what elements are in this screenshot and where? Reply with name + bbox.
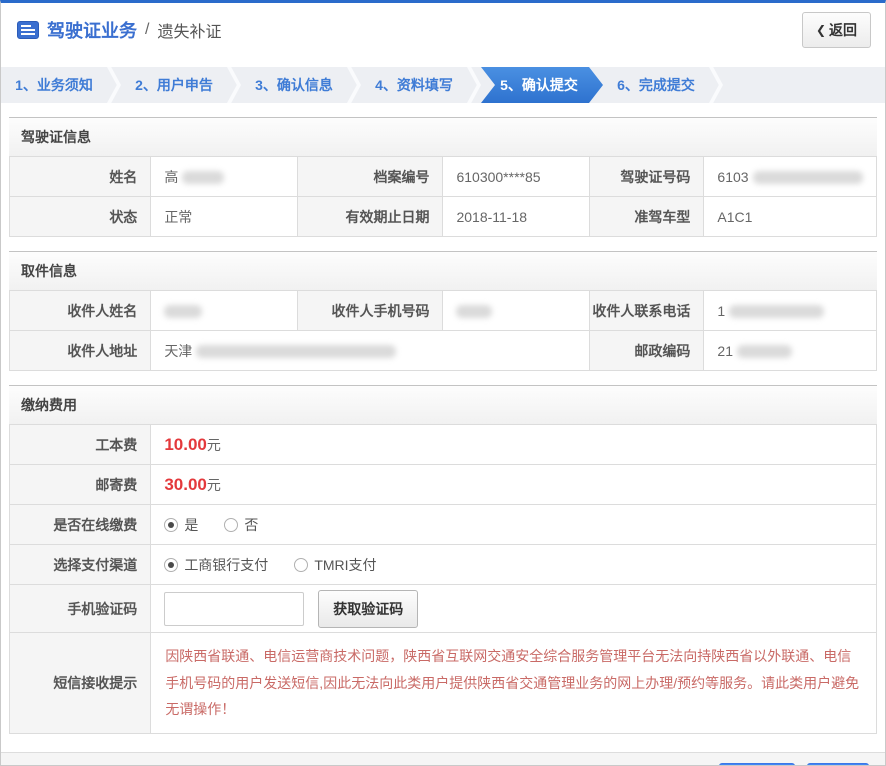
sms-notice-cell: 因陕西省联通、电信运营商技术问题，陕西省互联网交通安全综合服务管理平台无法向持陕… — [151, 633, 877, 734]
step-separator-icon — [107, 67, 121, 103]
sms-notice-text: 因陕西省联通、电信运营商技术问题，陕西省互联网交通安全综合服务管理平台无法向持陕… — [165, 643, 862, 723]
recipient-phone-label: 收件人联系电话 — [589, 291, 703, 331]
recipient-address-label: 收件人地址 — [10, 331, 151, 371]
postal-code-value: 21 — [704, 331, 877, 371]
recipient-name-label: 收件人姓名 — [10, 291, 151, 331]
online-yes-radio[interactable] — [164, 518, 178, 532]
license-info-title: 驾驶证信息 — [9, 117, 877, 156]
production-fee-label: 工本费 — [10, 425, 151, 465]
step-separator-icon — [467, 67, 481, 103]
step-progress-bar: 1、业务须知 2、用户申告 3、确认信息 4、资料填写 5、确认提交 6、完成提… — [1, 67, 885, 103]
online-payment-options: 是 否 — [151, 505, 877, 545]
channel-label: 选择支付渠道 — [10, 545, 151, 585]
step-separator-icon — [347, 67, 361, 103]
online-no-label[interactable]: 否 — [244, 515, 258, 535]
license-info-section: 驾驶证信息 姓名 高 档案编号 610300****85 驾驶证号码 6103 … — [9, 117, 877, 237]
license-info-table: 姓名 高 档案编号 610300****85 驾驶证号码 6103 状态 正常 … — [9, 156, 877, 237]
footer-actions: 上一步 完成 — [1, 752, 885, 766]
vehicle-class-value: A1C1 — [704, 197, 877, 237]
page: 驾驶证业务 / 遗失补证 ❮ 返回 1、业务须知 2、用户申告 3、确认信息 4… — [0, 0, 886, 766]
breadcrumb: 驾驶证业务 / 遗失补证 — [17, 17, 221, 43]
sms-code-label: 手机验证码 — [10, 585, 151, 633]
header: 驾驶证业务 / 遗失补证 ❮ 返回 — [1, 3, 885, 57]
status-value: 正常 — [151, 197, 298, 237]
step-5-confirm-submit[interactable]: 5、确认提交 — [481, 67, 603, 103]
step-separator-icon — [227, 67, 241, 103]
table-row: 邮寄费 30.00元 — [10, 465, 877, 505]
sms-notice-label: 短信接收提示 — [10, 633, 151, 734]
name-label: 姓名 — [10, 157, 151, 197]
recipient-phone-value: 1 — [704, 291, 877, 331]
step-4-fill-data[interactable]: 4、资料填写 — [361, 67, 467, 103]
table-row: 姓名 高 档案编号 610300****85 驾驶证号码 6103 — [10, 157, 877, 197]
online-payment-label: 是否在线缴费 — [10, 505, 151, 545]
status-label: 状态 — [10, 197, 151, 237]
postage-fee-label: 邮寄费 — [10, 465, 151, 505]
payment-table: 工本费 10.00元 邮寄费 30.00元 是否在线缴费 是 — [9, 424, 877, 734]
get-code-button[interactable]: 获取验证码 — [318, 590, 418, 628]
channel-options: 工商银行支付 TMRI支付 — [151, 545, 877, 585]
table-row: 手机验证码 获取验证码 — [10, 585, 877, 633]
recipient-mobile-value — [443, 291, 590, 331]
back-button[interactable]: ❮ 返回 — [802, 12, 871, 48]
channel-icbc-label[interactable]: 工商银行支付 — [184, 555, 268, 575]
pickup-info-title: 取件信息 — [9, 251, 877, 290]
license-no-label: 驾驶证号码 — [589, 157, 703, 197]
step-6-complete-submit[interactable]: 6、完成提交 — [603, 67, 709, 103]
pickup-info-section: 取件信息 收件人姓名 收件人手机号码 收件人联系电话 1 收件人地址 天津 邮政… — [9, 251, 877, 371]
pickup-info-table: 收件人姓名 收件人手机号码 收件人联系电话 1 收件人地址 天津 邮政编码 21 — [9, 290, 877, 371]
step-2-user-declaration[interactable]: 2、用户申告 — [121, 67, 227, 103]
table-row: 是否在线缴费 是 否 — [10, 505, 877, 545]
redacted-value — [182, 171, 224, 184]
table-row: 工本费 10.00元 — [10, 425, 877, 465]
redacted-value — [729, 305, 824, 318]
online-yes-label[interactable]: 是 — [184, 515, 198, 535]
table-row: 收件人地址 天津 邮政编码 21 — [10, 331, 877, 371]
file-no-value: 610300****85 — [443, 157, 590, 197]
stepper-filler — [723, 67, 885, 103]
vehicle-class-label: 准驾车型 — [589, 197, 703, 237]
table-row: 选择支付渠道 工商银行支付 TMRI支付 — [10, 545, 877, 585]
recipient-name-value — [151, 291, 298, 331]
postage-fee-value: 30.00元 — [151, 465, 877, 505]
redacted-value — [737, 345, 792, 358]
sms-code-input[interactable] — [164, 592, 304, 626]
expiry-value: 2018-11-18 — [443, 197, 590, 237]
redacted-value — [753, 171, 863, 184]
license-no-value: 6103 — [704, 157, 877, 197]
step-1-business-notice[interactable]: 1、业务须知 — [1, 67, 107, 103]
chevron-left-icon: ❮ — [816, 23, 826, 37]
step-separator-icon — [709, 67, 723, 103]
page-title: 驾驶证业务 — [47, 17, 137, 43]
file-no-label: 档案编号 — [297, 157, 443, 197]
sms-code-row: 获取验证码 — [151, 585, 877, 633]
channel-icbc-radio[interactable] — [164, 558, 178, 572]
table-row: 状态 正常 有效期止日期 2018-11-18 准驾车型 A1C1 — [10, 197, 877, 237]
payment-title: 缴纳费用 — [9, 385, 877, 424]
redacted-value — [164, 305, 202, 318]
back-button-label: 返回 — [829, 20, 857, 40]
step-3-confirm-info[interactable]: 3、确认信息 — [241, 67, 347, 103]
recipient-mobile-label: 收件人手机号码 — [297, 291, 443, 331]
production-fee-value: 10.00元 — [151, 425, 877, 465]
redacted-value — [456, 305, 492, 318]
postal-code-label: 邮政编码 — [589, 331, 703, 371]
online-no-radio[interactable] — [224, 518, 238, 532]
expiry-label: 有效期止日期 — [297, 197, 443, 237]
page-subtitle: 遗失补证 — [157, 18, 221, 42]
table-row: 短信接收提示 因陕西省联通、电信运营商技术问题，陕西省互联网交通安全综合服务管理… — [10, 633, 877, 734]
redacted-value — [196, 345, 396, 358]
recipient-address-value: 天津 — [151, 331, 590, 371]
breadcrumb-separator: / — [145, 21, 149, 39]
license-form-icon — [17, 21, 39, 39]
name-value: 高 — [151, 157, 298, 197]
table-row: 收件人姓名 收件人手机号码 收件人联系电话 1 — [10, 291, 877, 331]
payment-section: 缴纳费用 工本费 10.00元 邮寄费 30.00元 是否在线缴费 — [9, 385, 877, 734]
channel-tmri-radio[interactable] — [294, 558, 308, 572]
channel-tmri-label[interactable]: TMRI支付 — [314, 555, 376, 575]
